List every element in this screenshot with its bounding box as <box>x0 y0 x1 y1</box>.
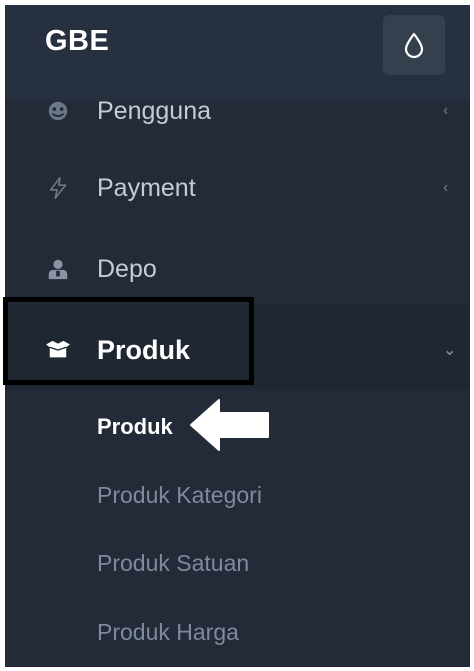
submenu-item-produk-harga[interactable]: Produk Harga <box>97 619 239 646</box>
submenu-item-produk-satuan[interactable]: Produk Satuan <box>97 550 249 577</box>
chevron-left-icon: ‹ <box>443 179 449 196</box>
sidebar-item-label: Produk <box>97 334 191 365</box>
sidebar-item-label: Depo <box>97 254 157 283</box>
sidebar-item-produk[interactable]: Produk ⌄ <box>5 319 470 381</box>
water-drop-icon <box>404 32 424 58</box>
sidebar-item-depo[interactable]: Depo <box>5 238 470 300</box>
sidebar-item-label: Payment <box>97 173 196 202</box>
sidebar-header: GBE <box>5 5 470 100</box>
lightning-icon <box>45 175 71 201</box>
person-badge-icon <box>45 256 71 282</box>
chevron-left-icon: ‹ <box>443 102 449 119</box>
submenu-item-produk[interactable]: Produk <box>97 414 173 440</box>
user-icon <box>45 98 71 124</box>
pointer-arrow-icon <box>190 399 269 451</box>
sidebar: Pengguna ‹ Payment ‹ Depo Produk ⌄ Produ… <box>5 5 470 667</box>
theme-toggle-button[interactable] <box>383 15 445 75</box>
box-icon <box>45 337 71 363</box>
sidebar-item-label: Pengguna <box>97 96 212 125</box>
submenu-item-produk-kategori[interactable]: Produk Kategori <box>97 482 262 509</box>
sidebar-item-payment[interactable]: Payment ‹ <box>5 157 470 219</box>
chevron-down-icon: ⌄ <box>443 342 457 359</box>
brand-logo-text[interactable]: GBE <box>45 25 109 58</box>
